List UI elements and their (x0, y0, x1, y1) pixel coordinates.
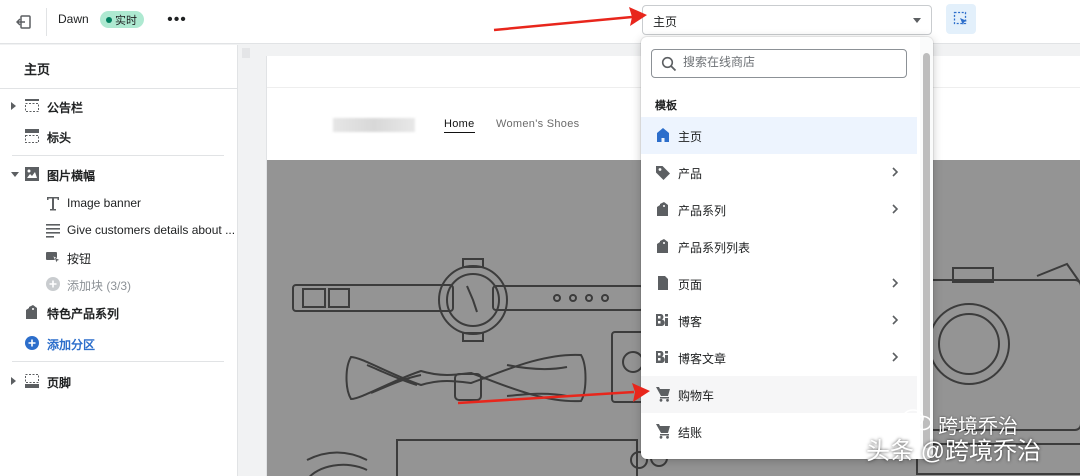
cart-icon (656, 424, 670, 439)
sidebar-scrollbar[interactable] (240, 45, 254, 476)
select-cursor-icon (953, 11, 967, 25)
live-badge-label: 实时 (115, 14, 137, 27)
template-item-collection[interactable]: 产品系列 (641, 191, 917, 228)
sidebar-title: 主页 (24, 62, 51, 77)
caret-right-icon[interactable] (11, 102, 16, 110)
block-item-text[interactable]: Give customers details about ... (0, 217, 238, 243)
inspector-toggle-button[interactable] (946, 4, 976, 34)
template-item-blog[interactable]: 博客 (641, 302, 917, 339)
collection-icon (657, 239, 668, 253)
divider (46, 8, 47, 36)
header-icon (25, 129, 39, 143)
template-dropdown: 模板 主页 产品 产品系列 产品系列列表 页面 (641, 37, 933, 459)
sidebar-item-announcement-bar[interactable]: 公告栏 (0, 93, 238, 119)
caret-down-icon[interactable] (11, 172, 19, 177)
exit-icon (16, 15, 31, 29)
template-item-label: 产品系列列表 (678, 241, 751, 255)
template-item-collections-list[interactable]: 产品系列列表 (641, 228, 917, 265)
chevron-right-icon (892, 278, 899, 288)
add-section-label: 添加分区 (47, 338, 96, 352)
live-dot-icon (106, 16, 112, 23)
template-item-page[interactable]: 页面 (641, 265, 917, 302)
sidebar-item-image-banner[interactable]: 图片横幅 (0, 161, 238, 187)
add-section-button[interactable]: 添加分区 (0, 330, 238, 356)
preview-nav-home[interactable]: Home (444, 118, 475, 133)
block-item-label: Image banner (67, 196, 142, 210)
preview-nav-womens-shoes[interactable]: Women's Shoes (496, 118, 579, 130)
watermark-toutiao: 头条 @跨境乔治 (866, 438, 1042, 465)
tag-icon (656, 166, 670, 180)
store-logo[interactable] (333, 118, 415, 132)
template-item-product[interactable]: 产品 (641, 154, 917, 191)
blog-icon (656, 314, 668, 327)
sidebar-item-label: 特色产品系列 (47, 307, 120, 321)
chevron-right-icon (892, 352, 899, 362)
more-actions-button[interactable]: ••• (166, 9, 188, 31)
template-item-label: 博客 (678, 315, 703, 329)
template-item-label: 主页 (678, 130, 703, 144)
chevron-right-icon (892, 204, 899, 214)
search-icon (661, 56, 677, 72)
sidebar: 主页 公告栏 标头 图片横幅 Image banner Give custome… (0, 45, 238, 476)
collection-icon (26, 305, 37, 319)
divider (0, 88, 238, 89)
chevron-right-icon (892, 315, 899, 325)
template-item-label: 结账 (678, 426, 703, 440)
button-icon (46, 252, 61, 264)
caret-right-icon[interactable] (11, 377, 16, 385)
template-select-value: 主页 (653, 15, 678, 29)
home-icon (657, 128, 669, 142)
template-item-blog-post[interactable]: 博客文章 (641, 339, 917, 376)
add-block-label: 添加块 (3/3) (67, 279, 132, 293)
announcement-bar-icon (25, 99, 39, 112)
sidebar-item-label: 图片横幅 (47, 169, 96, 183)
page-icon (658, 276, 668, 290)
block-item-label: Give customers details about ... (67, 223, 236, 237)
sidebar-item-label: 公告栏 (47, 101, 84, 115)
divider (12, 155, 224, 156)
paragraph-icon (46, 224, 60, 238)
sidebar-item-featured-collection[interactable]: 特色产品系列 (0, 299, 238, 325)
template-item-cart[interactable]: 购物车 (641, 376, 917, 413)
image-icon (25, 167, 39, 181)
template-item-label: 博客文章 (678, 352, 727, 366)
plus-circle-icon (46, 277, 60, 291)
sidebar-item-footer[interactable]: 页脚 (0, 368, 238, 394)
template-item-label: 购物车 (678, 389, 715, 403)
exit-button[interactable] (12, 10, 36, 34)
template-select[interactable]: 主页 (642, 5, 932, 35)
add-block-button[interactable]: 添加块 (3/3) (0, 271, 238, 297)
wechat-icon (902, 409, 932, 431)
template-item-label: 产品 (678, 167, 703, 181)
templates-section-label: 模板 (655, 100, 677, 112)
blog-icon (656, 351, 668, 364)
chevron-right-icon (892, 167, 899, 177)
dropdown-scrollbar-thumb[interactable] (923, 53, 930, 448)
block-item-label: 按钮 (67, 252, 92, 266)
text-icon (47, 197, 59, 211)
block-item-image-banner-heading[interactable]: Image banner (0, 190, 238, 216)
cart-icon (656, 387, 670, 402)
collection-icon (657, 202, 668, 216)
sidebar-scrollbar-thumb[interactable] (242, 48, 250, 58)
plus-circle-icon (25, 336, 39, 350)
live-status-badge: 实时 (100, 11, 144, 28)
template-item-label: 产品系列 (678, 204, 727, 218)
theme-name: Dawn (58, 12, 89, 26)
template-item-home[interactable]: 主页 (641, 117, 917, 154)
store-search-field[interactable] (651, 49, 907, 78)
caret-down-icon (913, 18, 921, 23)
sidebar-item-label: 页脚 (47, 376, 72, 390)
divider (12, 361, 224, 362)
footer-icon (25, 374, 39, 388)
sidebar-item-label: 标头 (47, 131, 72, 145)
template-item-label: 页面 (678, 278, 703, 292)
sidebar-item-header[interactable]: 标头 (0, 123, 238, 149)
store-search-input[interactable] (683, 55, 893, 69)
block-item-button[interactable]: 按钮 (0, 244, 238, 270)
